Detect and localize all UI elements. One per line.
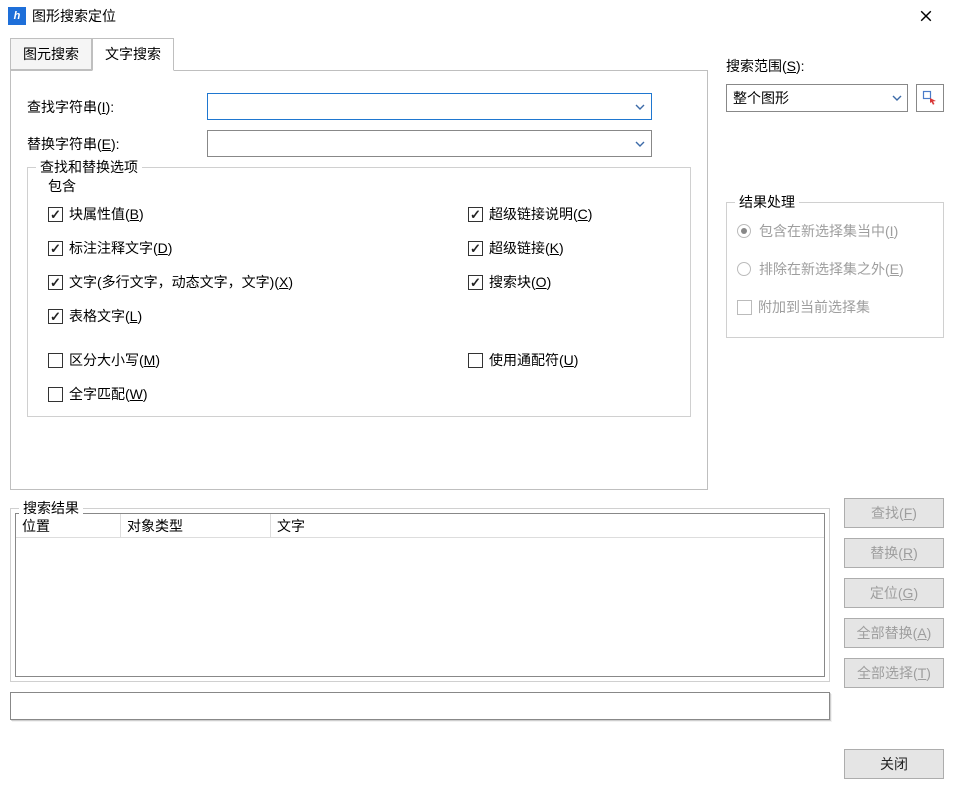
chk-whole-word[interactable]: 全字匹配(W) — [48, 384, 468, 404]
radio-exclude-selection: 排除在新选择集之外(E) — [737, 259, 933, 279]
find-input[interactable] — [207, 93, 652, 120]
chk-hyperlink[interactable]: 超级链接(K) — [468, 238, 678, 258]
col-object-type[interactable]: 对象类型 — [121, 514, 271, 537]
radio-icon — [737, 262, 751, 276]
replace-all-button: 全部替换(A) — [844, 618, 944, 648]
titlebar: h 图形搜索定位 — [0, 0, 954, 32]
app-icon: h — [8, 7, 26, 25]
scope-row: 整个图形 — [726, 84, 944, 112]
results-table[interactable]: 位置 对象类型 文字 — [15, 513, 825, 677]
include-checkboxes: 块属性值(B) 超级链接说明(C) 标注注释文字(D) 超级链接(K) 文字(多… — [48, 204, 678, 326]
checkbox-icon — [468, 353, 483, 368]
results-column: 搜索结果 位置 对象类型 文字 — [10, 498, 830, 720]
find-row: 查找字符串(I): — [27, 93, 691, 120]
checkbox-icon — [737, 300, 752, 315]
include-label: 包含 — [48, 176, 678, 196]
tabs-area: 图元搜索 文字搜索 查找字符串(I): 替换字符串(E): — [10, 38, 708, 490]
radio-icon — [737, 224, 751, 238]
scope-select[interactable]: 整个图形 — [726, 84, 908, 112]
checkbox-icon — [48, 241, 63, 256]
chk-block-attr[interactable]: 块属性值(B) — [48, 204, 468, 224]
side-column: 搜索范围(S): 整个图形 结果处理 — [726, 38, 944, 490]
chevron-down-icon — [891, 92, 903, 104]
options-legend: 查找和替换选项 — [36, 157, 142, 177]
replace-button: 替换(R) — [844, 538, 944, 568]
results-fieldset: 搜索结果 位置 对象类型 文字 — [10, 508, 830, 682]
table-header: 位置 对象类型 文字 — [16, 514, 824, 538]
chk-hyperdesc[interactable]: 超级链接说明(C) — [468, 204, 678, 224]
tab-primitive-search[interactable]: 图元搜索 — [10, 38, 92, 70]
content-area: 图元搜索 文字搜索 查找字符串(I): 替换字符串(E): — [0, 32, 954, 743]
close-icon[interactable] — [906, 2, 946, 30]
match-options: 区分大小写(M) 使用通配符(U) 全字匹配(W) — [48, 350, 678, 404]
result-handling-fieldset: 结果处理 包含在新选择集当中(I) 排除在新选择集之外(E) 附加到当前选择集 — [726, 202, 944, 338]
tab-panel-text: 查找字符串(I): 替换字符串(E): — [10, 70, 708, 490]
chk-append-selection: 附加到当前选择集 — [737, 297, 933, 317]
tab-strip: 图元搜索 文字搜索 — [10, 38, 708, 70]
checkbox-icon — [468, 207, 483, 222]
chk-case-sensitive[interactable]: 区分大小写(M) — [48, 350, 468, 370]
button-column: 查找(F) 替换(R) 定位(G) 全部替换(A) 全部选择(T) — [844, 498, 944, 720]
chevron-down-icon — [633, 137, 647, 151]
replace-row: 替换字符串(E): — [27, 130, 691, 157]
chevron-down-icon — [633, 100, 647, 114]
chk-mtext[interactable]: 文字(多行文字，动态文字，文字)(X) — [48, 272, 468, 292]
select-all-button: 全部选择(T) — [844, 658, 944, 688]
window-title: 图形搜索定位 — [32, 6, 906, 26]
select-objects-icon — [922, 90, 938, 106]
replace-label: 替换字符串(E): — [27, 134, 207, 154]
find-label: 查找字符串(I): — [27, 97, 207, 117]
checkbox-icon — [48, 207, 63, 222]
close-button[interactable]: 关闭 — [844, 749, 944, 779]
scope-label: 搜索范围(S): — [726, 56, 944, 76]
find-button: 查找(F) — [844, 498, 944, 528]
footer: 关闭 — [0, 743, 954, 785]
chk-table-text[interactable]: 表格文字(L) — [48, 306, 468, 326]
options-fieldset: 查找和替换选项 包含 块属性值(B) 超级链接说明(C) 标注注释文字(D) 超… — [27, 167, 691, 417]
chk-search-block[interactable]: 搜索块(O) — [468, 272, 678, 292]
chk-annotation[interactable]: 标注注释文字(D) — [48, 238, 468, 258]
results-legend: 搜索结果 — [19, 498, 83, 518]
chk-wildcard[interactable]: 使用通配符(U) — [468, 350, 678, 370]
checkbox-icon — [48, 309, 63, 324]
pick-objects-button[interactable] — [916, 84, 944, 112]
locate-button: 定位(G) — [844, 578, 944, 608]
status-input[interactable] — [10, 692, 830, 720]
bottom-row: 搜索结果 位置 对象类型 文字 查找(F) 替换(R) 定位(G) 全部替换(A… — [10, 498, 944, 720]
checkbox-icon — [48, 387, 63, 402]
dialog-window: h 图形搜索定位 图元搜索 文字搜索 查找字符串(I): — [0, 0, 954, 785]
checkbox-icon — [48, 353, 63, 368]
checkbox-icon — [468, 275, 483, 290]
col-text[interactable]: 文字 — [271, 514, 824, 537]
checkbox-icon — [48, 275, 63, 290]
tab-text-search[interactable]: 文字搜索 — [92, 38, 174, 71]
replace-input[interactable] — [207, 130, 652, 157]
result-handling-legend: 结果处理 — [735, 192, 799, 212]
radio-include-selection: 包含在新选择集当中(I) — [737, 221, 933, 241]
top-row: 图元搜索 文字搜索 查找字符串(I): 替换字符串(E): — [10, 38, 944, 490]
checkbox-icon — [468, 241, 483, 256]
